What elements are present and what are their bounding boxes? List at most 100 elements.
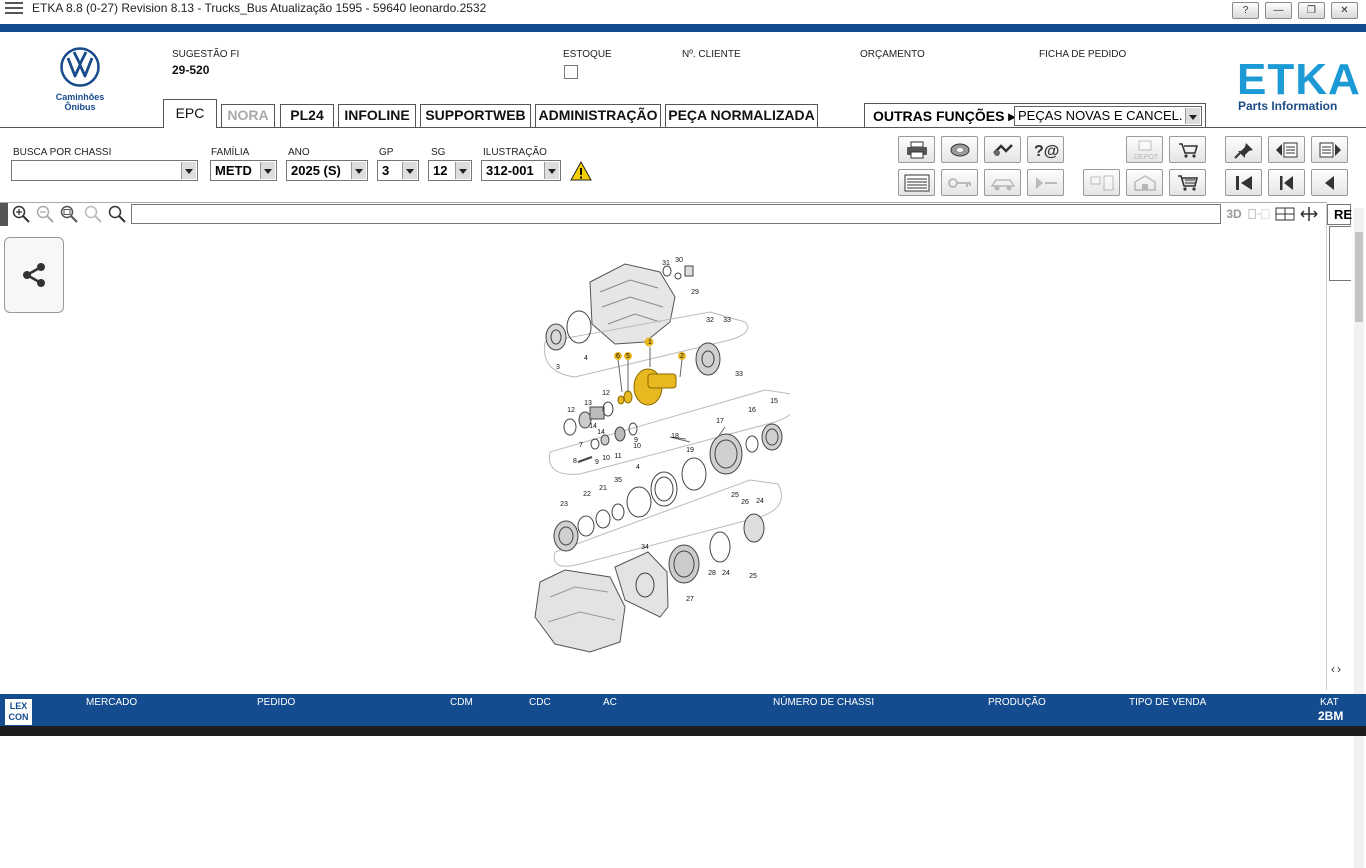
callout-25[interactable]: 25 <box>731 492 739 499</box>
scroll-thumb[interactable] <box>1355 232 1363 322</box>
callout-16[interactable]: 16 <box>748 407 756 414</box>
cart-add-button[interactable] <box>1169 136 1206 163</box>
callout-35[interactable]: 35 <box>614 477 622 484</box>
callout-33[interactable]: 33 <box>735 371 743 378</box>
tab-supportweb[interactable]: SUPPORTWEB <box>420 104 531 127</box>
callout-28[interactable]: 28 <box>708 570 716 577</box>
callout-12[interactable]: 12 <box>602 390 610 397</box>
callout-7[interactable]: 7 <box>579 442 583 449</box>
layout-button[interactable] <box>1274 204 1296 224</box>
tab-infoline[interactable]: INFOLINE <box>338 104 416 127</box>
callout-3[interactable]: 3 <box>556 364 560 371</box>
menu-icon[interactable] <box>5 2 23 14</box>
horizontal-scroll-arrows[interactable]: ‹› <box>1331 662 1343 676</box>
first-button[interactable] <box>1225 169 1262 196</box>
callout-29[interactable]: 29 <box>691 289 699 296</box>
callout-19[interactable]: 19 <box>686 447 694 454</box>
warning-icon[interactable] <box>570 161 592 181</box>
callout-30[interactable]: 30 <box>675 257 683 264</box>
callout-26[interactable]: 26 <box>741 499 749 506</box>
share-button[interactable] <box>4 237 64 313</box>
resize-columns-button[interactable] <box>1298 204 1320 224</box>
network-button[interactable] <box>1083 169 1120 196</box>
depot-button[interactable]: DEPOT <box>1126 136 1163 163</box>
other-functions-select[interactable]: PEÇAS NOVAS E CANCEL. <box>1014 106 1202 126</box>
callout-21[interactable]: 21 <box>599 485 607 492</box>
callout-34[interactable]: 34 <box>641 544 649 551</box>
callout-25[interactable]: 25 <box>749 573 757 580</box>
help-mail-button[interactable]: ?@ <box>1027 136 1064 163</box>
zoom-area-button[interactable] <box>82 204 104 224</box>
prev-page-button[interactable] <box>1268 136 1305 163</box>
callout-8[interactable]: 8 <box>573 458 577 465</box>
restore-button[interactable]: ❐ <box>1298 2 1325 19</box>
help-button[interactable]: ? <box>1232 2 1259 19</box>
print-button[interactable] <box>898 136 935 163</box>
cd-button[interactable] <box>941 136 978 163</box>
right-panel-selection[interactable] <box>1329 226 1351 281</box>
callout-24[interactable]: 24 <box>756 498 764 505</box>
callout-17[interactable]: 17 <box>716 418 724 425</box>
callout-11[interactable]: 11 <box>614 453 621 460</box>
tab-nora[interactable]: NORA <box>221 104 275 127</box>
exploded-parts-diagram[interactable]: 31 302932 333316 5 234121312141478 910 1191016… <box>530 252 790 656</box>
close-button[interactable]: ✕ <box>1331 2 1358 19</box>
left-edge-handle[interactable] <box>0 203 8 226</box>
previous-button[interactable] <box>1268 169 1305 196</box>
familia-select[interactable]: METD <box>210 160 277 181</box>
next-page-button[interactable] <box>1311 136 1348 163</box>
play-button[interactable] <box>1027 169 1064 196</box>
dealer-button[interactable] <box>1126 169 1163 196</box>
ano-select[interactable]: 2025 (S) <box>286 160 368 181</box>
callout-2[interactable]: 2 <box>680 353 684 360</box>
callout-31[interactable]: 31 <box>662 260 670 267</box>
tab-peca-normalizada[interactable]: PEÇA NORMALIZADA <box>665 104 818 127</box>
callout-15[interactable]: 15 <box>770 398 778 405</box>
callout-4[interactable]: 4 <box>636 464 640 471</box>
cart-button[interactable] <box>1169 169 1206 196</box>
chassi-search-select[interactable] <box>11 160 198 181</box>
callout-33[interactable]: 33 <box>723 317 731 324</box>
callout-14[interactable]: 14 <box>597 429 605 436</box>
right-panel-tab[interactable]: RE <box>1327 204 1352 225</box>
callout-23[interactable]: 23 <box>560 501 568 508</box>
sg-select[interactable]: 12 <box>428 160 472 181</box>
vertical-scrollbar[interactable] <box>1354 208 1364 868</box>
callout-32[interactable]: 32 <box>706 317 714 324</box>
callout-5[interactable]: 5 <box>626 353 630 360</box>
pin-button[interactable] <box>1225 136 1262 163</box>
tab-pl24[interactable]: PL24 <box>280 104 334 127</box>
callout-9[interactable]: 9 <box>595 459 599 466</box>
view-3d-button[interactable]: 3D <box>1222 204 1246 224</box>
search-button[interactable] <box>106 204 128 224</box>
callout-12[interactable]: 12 <box>567 407 575 414</box>
minimize-button[interactable]: — <box>1265 2 1292 19</box>
callout-27[interactable]: 27 <box>686 596 694 603</box>
callout-13[interactable]: 13 <box>584 400 592 407</box>
callout-4[interactable]: 4 <box>584 355 588 362</box>
estoque-checkbox[interactable] <box>564 65 578 79</box>
tab-epc[interactable]: EPC <box>163 99 217 128</box>
list-view-button[interactable] <box>898 169 935 196</box>
callout-18[interactable]: 18 <box>671 433 679 440</box>
zoom-fit-button[interactable] <box>58 204 80 224</box>
parts-exchange-button[interactable] <box>984 136 1021 163</box>
callout-10[interactable]: 10 <box>602 455 610 462</box>
back-button[interactable] <box>1311 169 1348 196</box>
split-disabled-button[interactable] <box>1248 204 1270 224</box>
callout-24[interactable]: 24 <box>722 570 730 577</box>
ilustracao-select[interactable]: 312-001 <box>481 160 561 181</box>
zoom-in-button[interactable] <box>10 204 32 224</box>
callout-22[interactable]: 22 <box>583 491 591 498</box>
illustration-path-field[interactable] <box>131 204 1221 224</box>
other-functions-label[interactable]: OUTRAS FUNÇÕES ▸ <box>873 106 1015 126</box>
tab-administracao[interactable]: ADMINISTRAÇÃO <box>535 104 661 127</box>
zoom-out-button[interactable] <box>34 204 56 224</box>
callout-10[interactable]: 10 <box>633 443 641 450</box>
gp-select[interactable]: 3 <box>377 160 419 181</box>
key-button[interactable] <box>941 169 978 196</box>
callout-14[interactable]: 14 <box>589 423 597 430</box>
callout-1[interactable]: 1 <box>648 339 652 346</box>
callout-6[interactable]: 6 <box>616 353 620 360</box>
vehicle-button[interactable] <box>984 169 1021 196</box>
